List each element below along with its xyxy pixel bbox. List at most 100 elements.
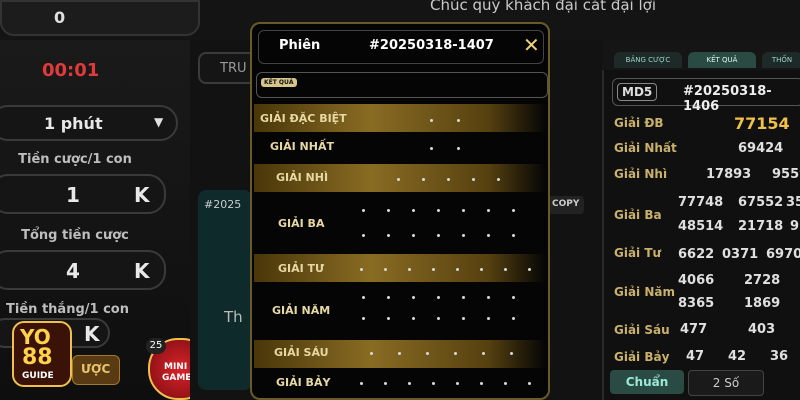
hidden-digit-dot xyxy=(397,178,400,181)
hidden-digit-dot xyxy=(437,209,440,212)
middle-code: #2025 xyxy=(204,198,242,211)
duration-select[interactable]: 1 phút ▼ xyxy=(0,105,178,141)
hidden-digit-dot xyxy=(387,209,390,212)
hidden-digit-dot xyxy=(457,119,460,122)
prize-label-first: GIẢI NHẤT xyxy=(270,140,334,153)
copy-button[interactable]: COPY xyxy=(548,196,584,214)
md5-label: MD5 xyxy=(617,83,658,101)
row-value-ba-1: 77748 xyxy=(678,195,724,210)
hidden-digit-dot xyxy=(437,296,440,299)
result-tag: KẾT QUẢ xyxy=(261,78,297,87)
yo88-logo: YO 88 GUIDE xyxy=(8,315,72,391)
row-value-db: 77154 xyxy=(734,114,790,133)
logo-text-num: 88 xyxy=(22,345,53,370)
result-modal: Phiên #20250318-1407 ✕ KẾT QUẢ GIẢI ĐẶC … xyxy=(250,22,550,400)
row-value-tu-1: 6622 xyxy=(678,247,715,262)
hidden-digit-dot xyxy=(454,352,457,355)
bet-per-input[interactable]: 1 K xyxy=(0,174,166,214)
row-value-bay-2: 42 xyxy=(728,349,747,364)
partial-button[interactable]: ƯỢC xyxy=(72,355,120,385)
copy-label: COPY xyxy=(552,199,580,209)
hidden-digit-dot xyxy=(447,178,450,181)
bottom-tab-chuan-label: Chuẩn xyxy=(625,375,669,389)
hidden-digit-dot xyxy=(487,317,490,320)
hidden-digit-dot xyxy=(462,296,465,299)
hidden-digit-dot xyxy=(512,296,515,299)
prize-label-special: GIẢI ĐẶC BIỆT xyxy=(260,112,347,125)
hidden-digit-dot xyxy=(362,317,365,320)
hidden-digit-dot xyxy=(412,234,415,237)
bet-per-label: Tiền cược/1 con xyxy=(18,152,132,167)
md5-session: #20250318-1406 xyxy=(683,84,772,114)
row-value-nhi-2: 9559 xyxy=(772,167,800,182)
hidden-digit-dot xyxy=(504,268,507,271)
row-value-ba-2: 67552 xyxy=(738,195,784,210)
total-bet-value: 4 xyxy=(66,259,80,283)
tab-ket-qua[interactable]: KẾT QUẢ xyxy=(688,52,756,68)
hidden-digit-dot xyxy=(430,119,433,122)
hidden-digit-dot xyxy=(426,352,429,355)
prize-label-sixth: GIẢI SÁU xyxy=(274,346,329,359)
hidden-digit-dot xyxy=(456,382,459,385)
bottom-tab-2so-label: 2 Số xyxy=(712,376,740,390)
row-value-nhi-1: 17893 xyxy=(706,167,752,182)
tab-bang-cuoc[interactable]: BẢNG CƯỢC xyxy=(614,52,682,68)
total-bet-input[interactable]: 4 K xyxy=(0,250,166,290)
row-value-nam-2: 2728 xyxy=(744,273,781,288)
hidden-digit-dot xyxy=(487,209,490,212)
timer: 00:01 xyxy=(42,60,100,81)
hidden-digit-dot xyxy=(387,234,390,237)
hidden-digit-dot xyxy=(408,268,411,271)
logo-text-sub: GUIDE xyxy=(22,371,54,381)
hidden-digit-dot xyxy=(504,382,507,385)
hidden-digit-dot xyxy=(528,382,531,385)
hidden-digit-dot xyxy=(362,209,365,212)
middle-th: Th xyxy=(224,308,243,326)
middle-tab[interactable]: TRU xyxy=(198,52,258,84)
hidden-digit-dot xyxy=(384,382,387,385)
hidden-digit-dot xyxy=(412,296,415,299)
hidden-digit-dot xyxy=(430,147,433,150)
hidden-digit-dot xyxy=(412,209,415,212)
total-bet-unit: K xyxy=(134,259,150,283)
prize-label-seventh: GIẢI BẢY xyxy=(276,376,331,389)
bottom-tab-2so[interactable]: 2 Số xyxy=(688,370,764,396)
hidden-digit-dot xyxy=(362,296,365,299)
hidden-digit-dot xyxy=(437,317,440,320)
hidden-digit-dot xyxy=(387,317,390,320)
right-panel: MD5 #20250318-1406 Giải ĐB 77154 Giải Nh… xyxy=(602,70,800,400)
hidden-digit-dot xyxy=(480,382,483,385)
row-label-bay: Giải Bảy xyxy=(614,350,670,364)
row-value-nam-3: 8365 xyxy=(678,296,715,311)
row-value-ba-5: 21718 xyxy=(738,219,784,234)
duration-value: 1 phút xyxy=(44,114,103,133)
hidden-digit-dot xyxy=(387,296,390,299)
hidden-digit-dot xyxy=(462,209,465,212)
mini-game-badge: 25 xyxy=(146,338,166,354)
md5-row: MD5 #20250318-1406 xyxy=(612,78,800,114)
row-value-tu-3: 6970 xyxy=(766,247,800,262)
hidden-digit-dot xyxy=(360,268,363,271)
mini-game-line2: GAME xyxy=(162,373,192,383)
row-value-nam-4: 1869 xyxy=(744,296,781,311)
close-icon[interactable]: ✕ xyxy=(523,33,540,57)
hidden-digit-dot xyxy=(512,209,515,212)
mini-game-line1: MINI xyxy=(164,362,188,372)
row-value-nhat: 69424 xyxy=(738,141,784,156)
hidden-digit-dot xyxy=(422,178,425,181)
row-label-sau: Giải Sáu xyxy=(614,323,670,337)
hidden-digit-dot xyxy=(360,382,363,385)
row-value-ba-3: 35 xyxy=(786,195,800,210)
hidden-digit-dot xyxy=(398,352,401,355)
row-label-ba: Giải Ba xyxy=(614,208,662,222)
hidden-digit-dot xyxy=(432,268,435,271)
tab-thong-ke[interactable]: THỐN xyxy=(762,52,800,68)
middle-card xyxy=(198,190,252,390)
modal-title-label: Phiên xyxy=(279,38,321,53)
hidden-digit-dot xyxy=(370,352,373,355)
bottom-tab-chuan[interactable]: Chuẩn xyxy=(610,370,684,394)
middle-tab-label: TRU xyxy=(220,61,247,76)
prize-label-second: GIẢI NHÌ xyxy=(276,171,329,184)
result-bar: KẾT QUẢ xyxy=(256,72,548,98)
hidden-digit-dot xyxy=(482,352,485,355)
